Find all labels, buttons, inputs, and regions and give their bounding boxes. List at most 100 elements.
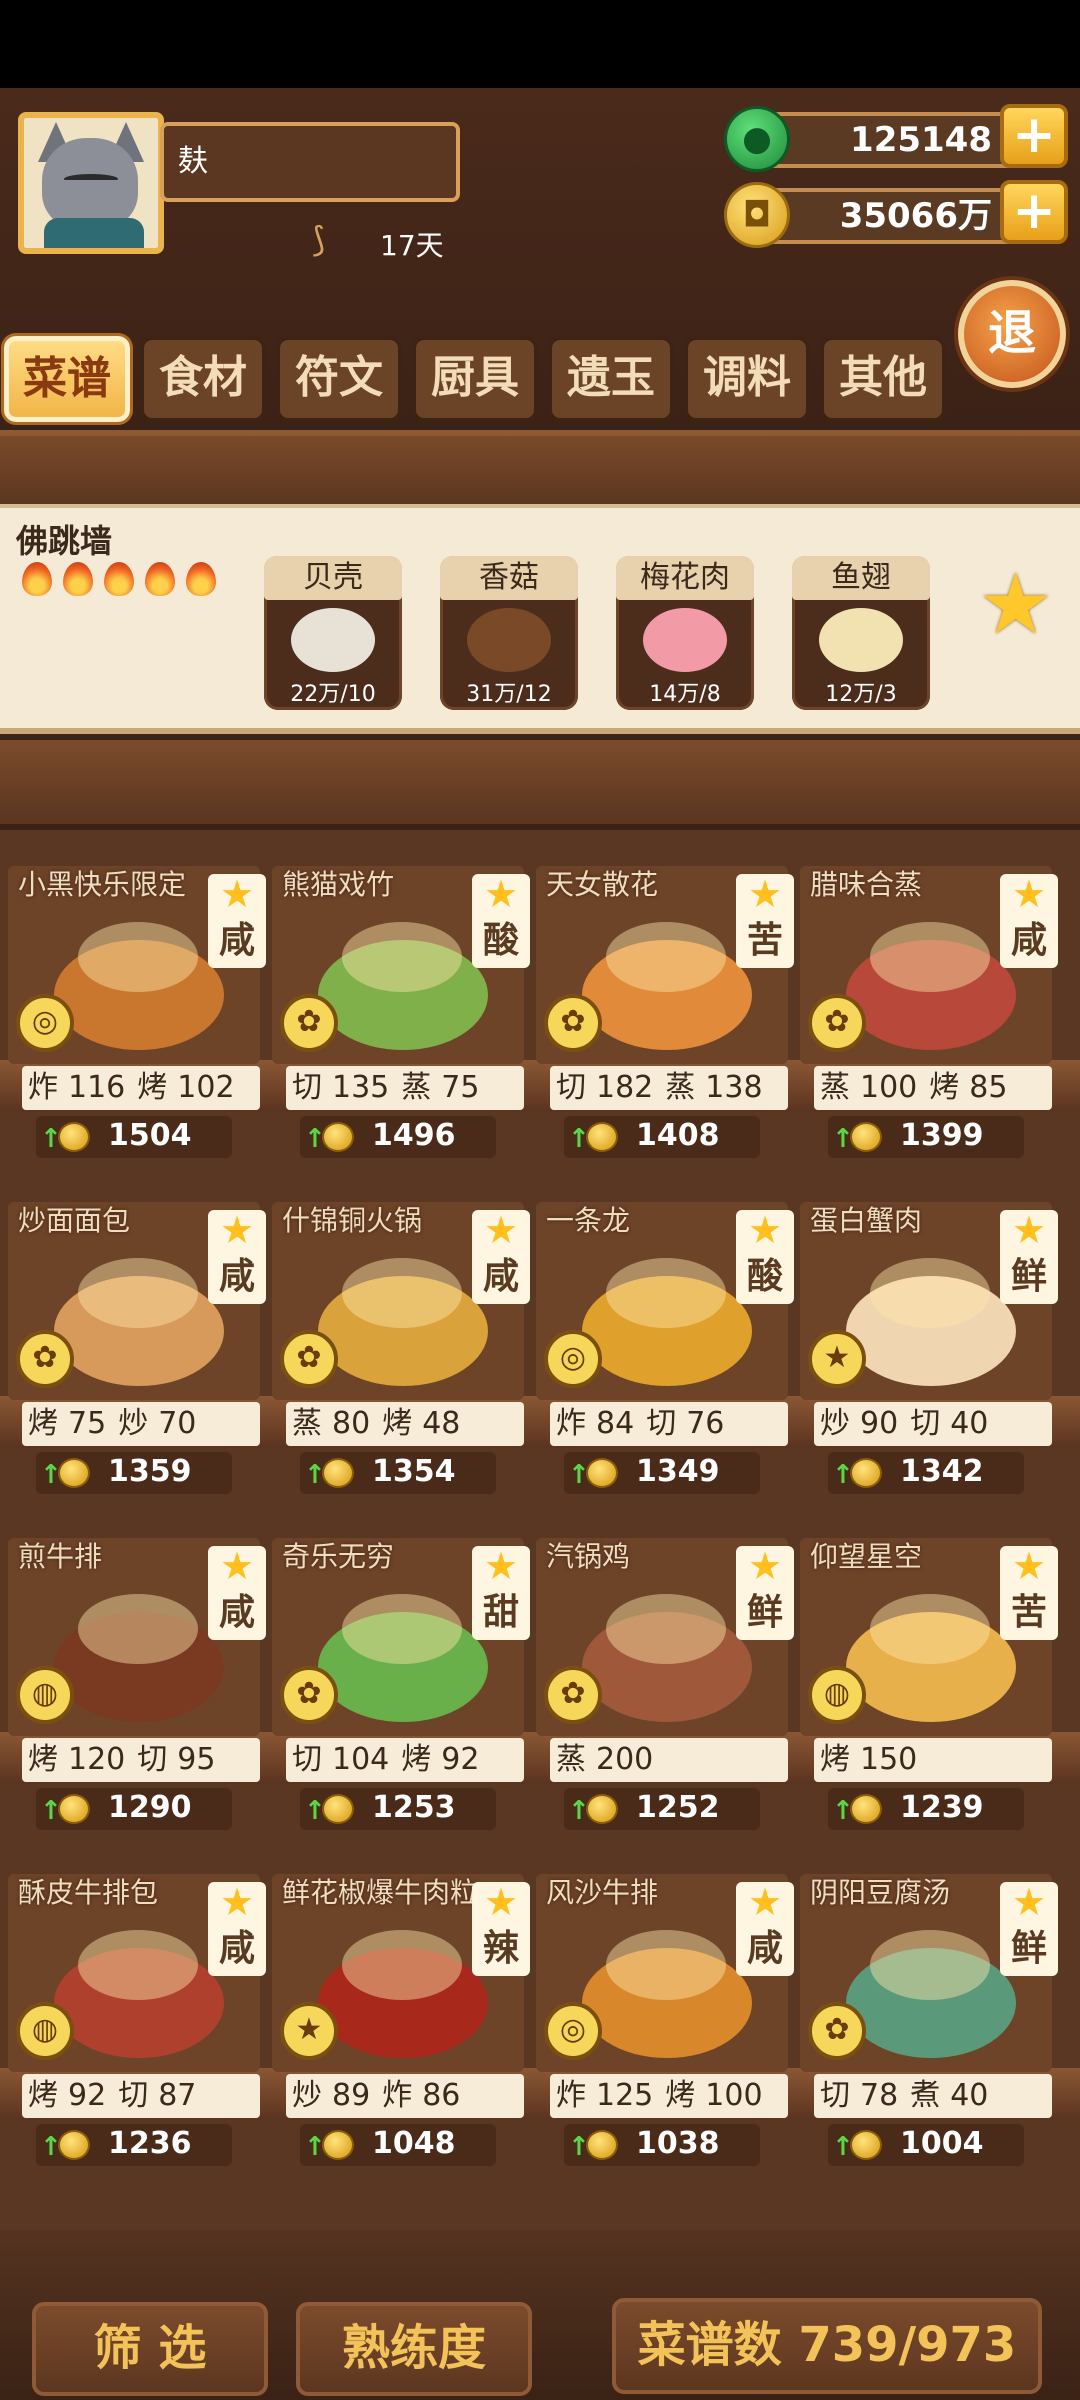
- skill-name: 切: [820, 2078, 850, 2113]
- flavor-tag: 咸: [208, 1586, 266, 1640]
- skill-requirements: 烤 150: [814, 1738, 1052, 1782]
- flavor-star-icon: ★: [472, 1882, 530, 1922]
- recipe-card[interactable]: 风沙牛排 ★ 咸 ◎ 炸 125 烤 100 ↑ 1038: [536, 1874, 794, 2166]
- skill-requirements: 切 104 烤 92: [286, 1738, 524, 1782]
- avatar[interactable]: [18, 112, 164, 254]
- skill-value: 78: [860, 2078, 899, 2113]
- ingredient-image: [643, 608, 727, 672]
- skill-value: 120: [68, 1742, 126, 1777]
- tab-0[interactable]: 菜谱: [4, 336, 130, 422]
- recipe-card[interactable]: 奇乐无穷 ★ 甜 ✿ 切 104 烤 92 ↑ 1253: [272, 1538, 530, 1830]
- skill-requirements: 炒 90 切 40: [814, 1402, 1052, 1446]
- skill-name: 烤: [28, 1406, 58, 1441]
- tab-3[interactable]: 厨具: [412, 336, 538, 422]
- tab-6[interactable]: 其他: [820, 336, 946, 422]
- price-value: 1038: [636, 2126, 720, 2161]
- recipe-card[interactable]: 鲜花椒爆牛肉粒 ★ 辣 ★ 炒 89 炸 86 ↑ 1048: [272, 1874, 530, 2166]
- price-value: 1504: [108, 1118, 192, 1153]
- coin-icon: [850, 1794, 882, 1824]
- tab-5[interactable]: 调料: [684, 336, 810, 422]
- price-value: 1290: [108, 1790, 192, 1825]
- recipe-name: 鲜花椒爆牛肉粒: [282, 1876, 479, 1909]
- shelf-divider: [0, 740, 1080, 830]
- price-tag: ↑ 1349: [564, 1452, 760, 1494]
- cooking-tool-icon: ★: [808, 1330, 866, 1388]
- recipe-card[interactable]: 蛋白蟹肉 ★ 鲜 ★ 炒 90 切 40 ↑ 1342: [800, 1202, 1058, 1494]
- price-tag: ↑ 1253: [300, 1788, 496, 1830]
- skill-name: 烤: [665, 2078, 696, 2113]
- recipe-card[interactable]: 阴阳豆腐汤 ★ 鲜 ✿ 切 78 煮 40 ↑ 1004: [800, 1874, 1058, 2166]
- filter-button[interactable]: 筛 选: [32, 2302, 268, 2396]
- price-value: 1236: [108, 2126, 192, 2161]
- flavor-tag: 鲜: [736, 1586, 794, 1640]
- coin-icon: [58, 1458, 90, 1488]
- skill-name: 炒: [118, 1406, 149, 1441]
- flavor-star-icon: ★: [736, 1546, 794, 1586]
- flavor-tag: 酸: [472, 914, 530, 968]
- skill-value: 40: [950, 1406, 989, 1441]
- price-value: 1048: [372, 2126, 456, 2161]
- skill-value: 89: [332, 2078, 371, 2113]
- recipe-card[interactable]: 什锦铜火锅 ★ 咸 ✿ 蒸 80 烤 48 ↑ 1354: [272, 1202, 530, 1494]
- ingredient-name: 贝壳: [264, 556, 402, 600]
- back-button[interactable]: 退: [958, 280, 1066, 388]
- skill-name: 切: [137, 1742, 168, 1777]
- flavor-star-icon: ★: [1000, 874, 1058, 914]
- recipe-card[interactable]: 天女散花 ★ 苦 ✿ 切 182 蒸 138 ↑ 1408: [536, 866, 794, 1158]
- recipe-card[interactable]: 一条龙 ★ 酸 ◎ 炸 84 切 76 ↑ 1349: [536, 1202, 794, 1494]
- recipe-card[interactable]: 汽锅鸡 ★ 鲜 ✿ 蒸 200 ↑ 1252: [536, 1538, 794, 1830]
- recipe-name: 阴阳豆腐汤: [810, 1876, 951, 1909]
- ingredient-quantity: 12万/3: [825, 682, 897, 707]
- flavor-tag: 酸: [736, 1250, 794, 1304]
- add-jade-button[interactable]: +: [1000, 104, 1068, 168]
- dish-garnish: [342, 1258, 462, 1328]
- flavor-tag: 咸: [208, 914, 266, 968]
- coin-icon: [586, 2130, 618, 2160]
- dish-garnish: [78, 1258, 198, 1328]
- recipe-name: 一条龙: [546, 1204, 631, 1237]
- skill-value: 138: [705, 1070, 763, 1105]
- dish-garnish: [342, 922, 462, 992]
- skill-requirements: 烤 120 切 95: [22, 1738, 260, 1782]
- skill-name: 蒸: [401, 1070, 432, 1105]
- cooking-tool-icon: ◍: [16, 1666, 74, 1724]
- dish-garnish: [342, 1930, 462, 2000]
- cooking-tool-icon: ★: [280, 2002, 338, 2060]
- recipe-name: 天女散花: [546, 868, 659, 901]
- recipe-card[interactable]: 小黑快乐限定 ★ 咸 ◎ 炸 116 烤 102 ↑ 1504: [8, 866, 266, 1158]
- price-tag: ↑ 1359: [36, 1452, 232, 1494]
- recipe-card[interactable]: 熊猫戏竹 ★ 酸 ✿ 切 135 蒸 75 ↑ 1496: [272, 866, 530, 1158]
- price-value: 1399: [900, 1118, 984, 1153]
- flame-icon: [145, 562, 175, 596]
- flavor-tag: 咸: [208, 1922, 266, 1976]
- cooking-tool-icon: ◎: [544, 2002, 602, 2060]
- recipe-card[interactable]: 酥皮牛排包 ★ 咸 ◍ 烤 92 切 87 ↑ 1236: [8, 1874, 266, 2166]
- mastery-button[interactable]: 熟练度: [296, 2302, 532, 2396]
- flavor-star-icon: ★: [208, 1210, 266, 1250]
- tab-4[interactable]: 遗玉: [548, 336, 674, 422]
- recipe-card[interactable]: 仰望星空 ★ 苦 ◍ 烤 150 ↑ 1239: [800, 1538, 1058, 1830]
- skill-requirements: 蒸 200: [550, 1738, 788, 1782]
- add-coins-button[interactable]: +: [1000, 180, 1068, 244]
- tab-1[interactable]: 食材: [140, 336, 266, 422]
- recipe-card[interactable]: 炒面面包 ★ 咸 ✿ 烤 75 炒 70 ↑ 1359: [8, 1202, 266, 1494]
- skill-name: 烤: [401, 1742, 432, 1777]
- price-tag: ↑ 1236: [36, 2124, 232, 2166]
- price-value: 1408: [636, 1118, 720, 1153]
- price-tag: ↑ 1354: [300, 1452, 496, 1494]
- recipe-card[interactable]: 腊味合蒸 ★ 咸 ✿ 蒸 100 烤 85 ↑ 1399: [800, 866, 1058, 1158]
- tab-2[interactable]: 符文: [276, 336, 402, 422]
- coin-icon: ◘: [724, 182, 790, 248]
- recipe-card[interactable]: 煎牛排 ★ 咸 ◍ 烤 120 切 95 ↑ 1290: [8, 1538, 266, 1830]
- favorite-star-icon[interactable]: ★: [978, 562, 1062, 646]
- flavor-star-icon: ★: [472, 1546, 530, 1586]
- skill-name: 切: [292, 1070, 322, 1105]
- flavor-star-icon: ★: [736, 1882, 794, 1922]
- ingredient-name: 鱼翅: [792, 556, 930, 600]
- flavor-tag: 鲜: [1000, 1250, 1058, 1304]
- skill-name: 烤: [820, 1742, 850, 1777]
- skill-name: 烤: [382, 1406, 413, 1441]
- flame-icon: [22, 562, 52, 596]
- price-value: 1342: [900, 1454, 984, 1489]
- coin-icon: [322, 1122, 354, 1152]
